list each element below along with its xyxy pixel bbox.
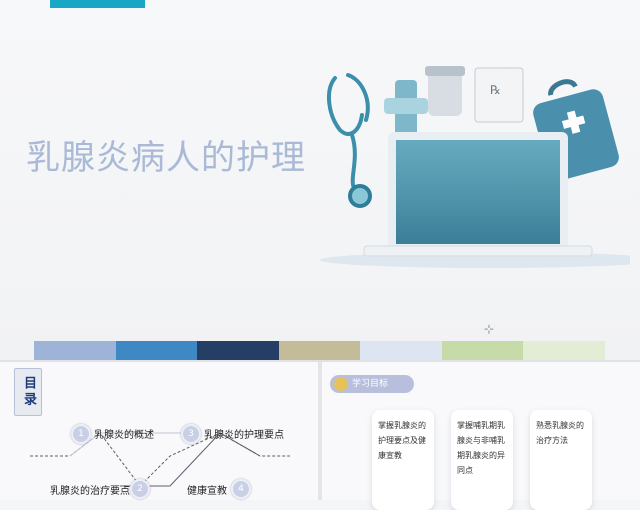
medical-laptop-illustration: ℞ xyxy=(320,66,630,268)
prescription-icon: ℞ xyxy=(474,67,524,123)
stripe-4 xyxy=(278,341,361,360)
top-accent-bar xyxy=(50,0,145,8)
toc-label: 目录 xyxy=(14,368,42,416)
stripe-3 xyxy=(197,341,279,360)
laptop-icon xyxy=(363,132,593,257)
stripe-1 xyxy=(34,341,116,360)
color-stripe xyxy=(34,341,606,360)
toc-number-1: 1 xyxy=(71,424,91,444)
toc-item-1[interactable]: 乳腺炎的概述 xyxy=(94,426,154,441)
stripe-7 xyxy=(523,341,606,360)
toc-item-4[interactable]: 健康宣教 xyxy=(187,482,227,497)
toc-item-3[interactable]: 乳腺炎的护理要点 xyxy=(204,426,284,441)
stethoscope-icon xyxy=(327,73,372,208)
toc-item-2[interactable]: 乳腺炎的治疗要点 xyxy=(50,482,130,497)
lightbulb-icon xyxy=(334,377,348,391)
toc-number-3: 3 xyxy=(181,424,201,444)
stripe-6 xyxy=(441,341,524,360)
move-cursor-icon: ⊹ xyxy=(484,322,495,336)
pill-bottle-icon xyxy=(425,66,465,116)
stripe-5 xyxy=(360,341,442,360)
toc-number-2: 2 xyxy=(130,479,150,499)
goal-card-1: 掌握乳腺炎的护理要点及健康宣教 xyxy=(372,410,434,510)
svg-text:℞: ℞ xyxy=(490,83,501,97)
toc-number-4: 4 xyxy=(231,479,251,499)
goal-card-2: 掌握哺乳期乳腺炎与非哺乳期乳腺炎的异同点 xyxy=(451,410,513,510)
goal-card-3: 熟悉乳腺炎的治疗方法 xyxy=(530,410,592,510)
slide-title: 乳腺炎病人的护理 xyxy=(26,138,306,178)
stripe-2 xyxy=(115,341,198,360)
